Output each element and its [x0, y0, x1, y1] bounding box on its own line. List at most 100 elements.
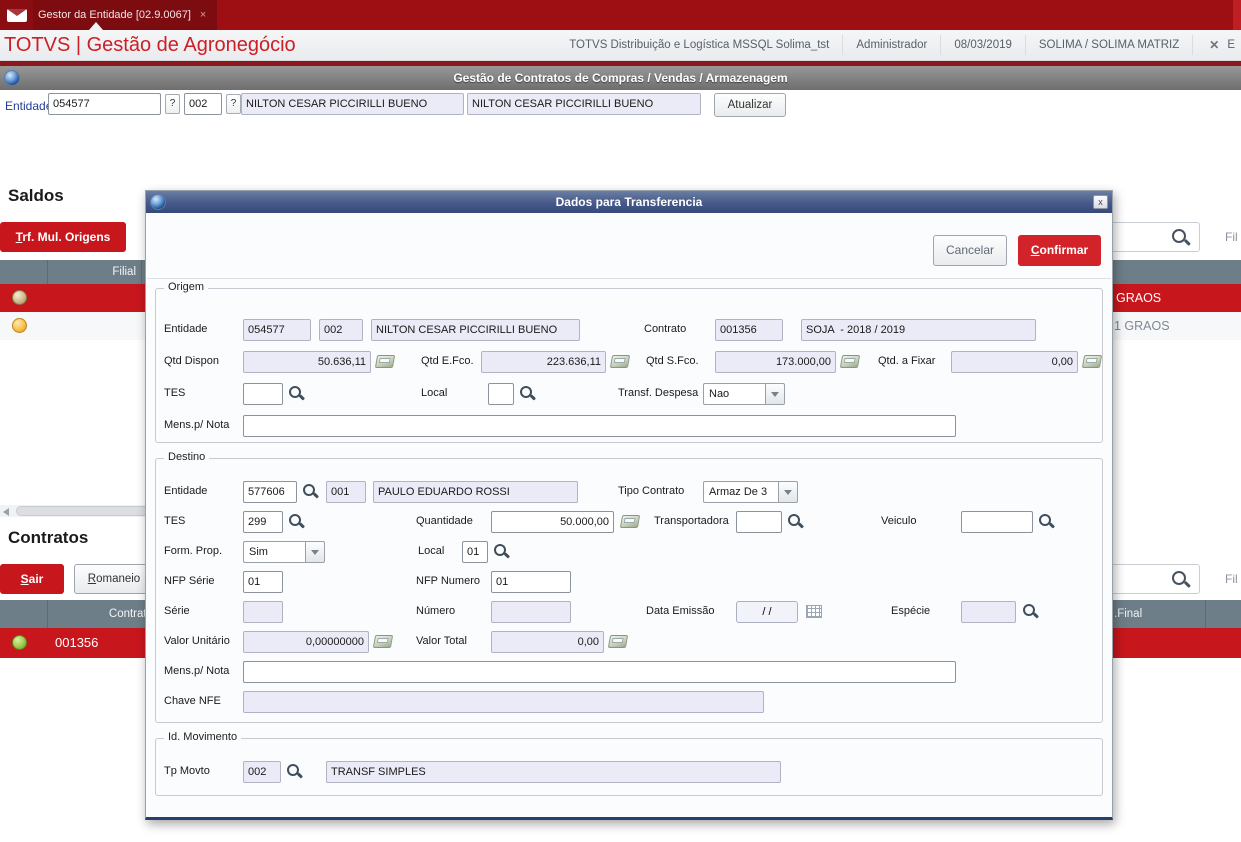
origem-entidade-nome [371, 319, 580, 341]
mail-icon [6, 8, 27, 22]
mail-button[interactable] [0, 0, 33, 30]
data-emissao-input[interactable] [736, 601, 798, 623]
origem-mens-label: Mens.p/ Nota [164, 419, 230, 431]
calculator-icon[interactable] [609, 355, 631, 368]
lookup-icon[interactable] [1039, 514, 1054, 529]
calculator-icon[interactable] [1081, 355, 1103, 368]
tipo-contrato-value: Armaz De 3 [703, 481, 778, 503]
contratos-header-contrato: Contrato [108, 608, 153, 620]
refresh-button[interactable]: Atualizar [714, 93, 786, 117]
exit-label: E [1227, 39, 1235, 51]
qtd-dispon-label: Qtd Dispon [164, 355, 220, 367]
nfp-numero-label: NFP Numero [416, 575, 480, 587]
tab-gestor-da-entidade[interactable]: Gestor da Entidade [02.9.0067] × [27, 0, 218, 30]
qtd-efco-field [481, 351, 606, 373]
menu-bar: TOTVS | Gestão de Agronegócio TOTVS Dist… [0, 30, 1241, 61]
numero-label: Número [416, 605, 456, 617]
form-prop-value: Sim [243, 541, 305, 563]
quantidade-input[interactable] [491, 511, 614, 533]
tp-movto-desc-field [326, 761, 781, 783]
destino-local-label: Local [418, 545, 445, 557]
destino-local-input[interactable] [462, 541, 488, 563]
form-prop-dropdown[interactable]: Sim [243, 541, 325, 563]
chevron-down-icon[interactable] [778, 481, 798, 503]
calculator-icon[interactable] [372, 635, 394, 648]
confirm-button[interactable]: Confirmar [1018, 235, 1101, 266]
lookup-icon[interactable] [289, 386, 304, 401]
lookup-icon[interactable] [303, 484, 318, 499]
scroll-left-arrow-icon[interactable] [3, 508, 9, 516]
company-label: SOLIMA / SOLIMA MATRIZ [1024, 35, 1192, 55]
search-icon [1172, 229, 1189, 246]
origem-tes-input[interactable] [243, 383, 283, 405]
qtd-fixar-field [951, 351, 1078, 373]
destino-mens-input[interactable] [243, 661, 956, 683]
entity-code-input[interactable] [48, 93, 161, 115]
lookup-icon[interactable] [1023, 604, 1038, 619]
veiculo-input[interactable] [961, 511, 1033, 533]
transf-despesa-dropdown[interactable]: Nao [703, 383, 785, 405]
destino-entidade-nome [373, 481, 578, 503]
calculator-icon[interactable] [839, 355, 861, 368]
lookup-icon[interactable] [287, 764, 302, 779]
lookup-icon[interactable] [494, 544, 509, 559]
globe-icon [150, 194, 166, 210]
destino-legend: Destino [164, 451, 210, 463]
status-dot-icon [12, 290, 27, 305]
chevron-down-icon[interactable] [765, 383, 785, 405]
origem-entidade-loja [319, 319, 363, 341]
valor-total-label: Valor Total [416, 635, 467, 647]
especie-field [961, 601, 1016, 623]
saldos-row2-product: 1 GRAOS [1114, 319, 1170, 333]
window-title: Gestão de Contratos de Compras / Vendas … [453, 71, 788, 85]
tab-title: Gestor da Entidade [02.9.0067] [38, 9, 191, 21]
nfp-numero-input[interactable] [491, 571, 571, 593]
lookup-icon[interactable] [289, 514, 304, 529]
tp-movto-field [243, 761, 281, 783]
trf-mul-origens-button[interactable]: Trf. Mul. Origens [0, 222, 126, 252]
search-icon [1172, 571, 1189, 588]
data-emissao-label: Data Emissão [646, 605, 715, 617]
lookup-icon[interactable] [520, 386, 535, 401]
romaneio-button[interactable]: Romaneio [74, 564, 154, 594]
origem-contrato-code [715, 319, 783, 341]
origem-contrato-label: Contrato [644, 323, 687, 335]
origem-mens-input[interactable] [243, 415, 956, 437]
contratos-heading: Contratos [8, 528, 89, 547]
entity-store-help-button[interactable]: ? [226, 94, 241, 114]
dialog-close-button[interactable]: x [1093, 195, 1108, 209]
status-dot-icon [12, 635, 27, 650]
tab-pointer [89, 22, 103, 30]
app-title: TOTVS | Gestão de Agronegócio [4, 33, 296, 56]
cancel-button[interactable]: Cancelar [933, 235, 1007, 266]
movimento-legend: Id. Movimento [164, 731, 242, 743]
exit-button[interactable]: ✕ E [1192, 35, 1241, 55]
nfp-serie-input[interactable] [243, 571, 283, 593]
column-divider [141, 260, 142, 284]
entity-name-field [241, 93, 464, 115]
entity-code-help-button[interactable]: ? [165, 94, 180, 114]
lookup-icon[interactable] [788, 514, 803, 529]
dialog-title-bar: Dados para Transferencia x [146, 191, 1112, 213]
nfp-serie-label: NFP Série [164, 575, 215, 587]
origem-local-input[interactable] [488, 383, 514, 405]
entity-store-input[interactable] [184, 93, 222, 115]
contratos-row-code: 001356 [55, 635, 99, 650]
calendar-icon[interactable] [806, 605, 822, 618]
tab-close-icon[interactable]: × [200, 9, 206, 21]
saldos-header-filial: Filial [112, 266, 136, 278]
calculator-icon[interactable] [607, 635, 629, 648]
calculator-icon[interactable] [619, 515, 641, 528]
transportadora-label: Transportadora [654, 515, 729, 527]
veiculo-label: Veiculo [881, 515, 917, 527]
sair-button[interactable]: Sair [0, 564, 64, 594]
transportadora-input[interactable] [736, 511, 782, 533]
chevron-down-icon[interactable] [305, 541, 325, 563]
transf-despesa-label: Transf. Despesa [618, 387, 699, 399]
tipo-contrato-dropdown[interactable]: Armaz De 3 [703, 481, 798, 503]
chave-nfe-field [243, 691, 764, 713]
destino-entidade-input[interactable] [243, 481, 297, 503]
destino-tes-input[interactable] [243, 511, 283, 533]
entity-label: Entidade [5, 99, 53, 113]
calculator-icon[interactable] [374, 355, 396, 368]
